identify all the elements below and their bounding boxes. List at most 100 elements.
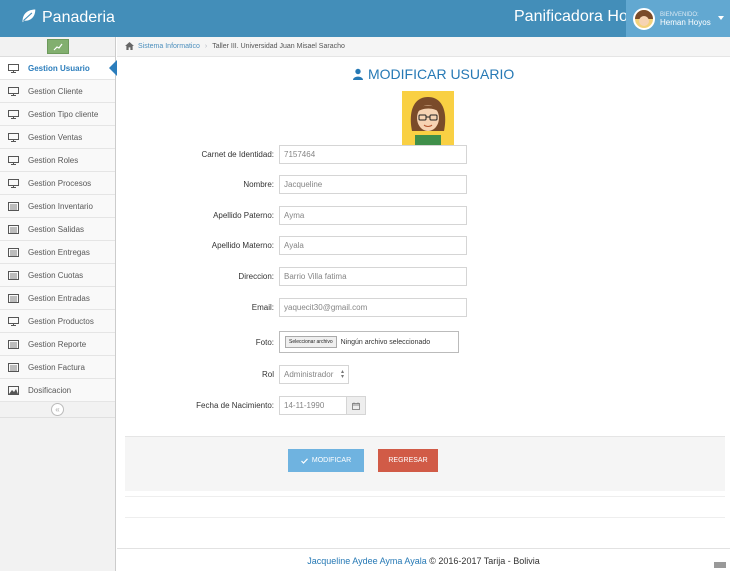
footer-copyright: © 2016-2017 Tarija - Bolivia (426, 556, 540, 566)
nombre-input[interactable]: Jacqueline (279, 175, 467, 194)
select-arrows-icon: ▴ ▾ (340, 369, 344, 380)
breadcrumb-separator: › (204, 43, 208, 50)
sidebar-item-gestion-salidas[interactable]: Gestion Salidas (0, 218, 115, 241)
divider (125, 496, 725, 497)
caret-down-icon (718, 16, 724, 20)
footer: Jacqueline Aydee Ayma Ayala © 2016-2017 … (117, 548, 730, 571)
scroll-up-button[interactable] (714, 562, 726, 568)
sidebar-item-label: Gestion Salidas (28, 224, 85, 234)
collapse-icon[interactable]: « (51, 403, 64, 416)
sidebar-item-label: Gestion Factura (28, 362, 85, 372)
navbar: Panaderia Panificadora Hoyos BIENVENIDO:… (0, 0, 730, 37)
list-icon (8, 339, 19, 349)
sidebar-item-gestion-tipo-cliente[interactable]: Gestion Tipo cliente (0, 103, 115, 126)
desktop-icon (8, 155, 19, 165)
materno-input[interactable]: Ayala (279, 236, 467, 255)
rol-select[interactable]: Administrador ▴ ▾ (279, 365, 349, 384)
ci-input[interactable]: 7157464 (279, 145, 467, 164)
sidebar-item-gestion-factura[interactable]: Gestion Factura (0, 356, 115, 379)
sidebar-item-dosificacion[interactable]: Dosificacion (0, 379, 115, 402)
breadcrumb-home-link[interactable]: Sistema Informatico (138, 43, 200, 50)
list-icon (8, 201, 19, 211)
divider (125, 517, 725, 518)
page-title-text: MODIFICAR USUARIO (368, 66, 515, 82)
list-icon (8, 247, 19, 257)
breadcrumb: Sistema Informatico › Taller III. Univer… (117, 37, 730, 57)
materno-label: Apellido Materno: (211, 241, 274, 250)
sidebar: Gestion Usuario Gestion Cliente Gestion Ti… (0, 37, 117, 571)
desktop-icon (8, 316, 19, 326)
sidebar-item-gestion-cuotas[interactable]: Gestion Cuotas (0, 264, 115, 287)
email-input[interactable]: yaquecit30@gmail.com (279, 298, 467, 317)
sidebar-item-label: Gestion Cliente (28, 86, 83, 96)
sidebar-item-gestion-procesos[interactable]: Gestion Procesos (0, 172, 115, 195)
foto-file-input[interactable]: Seleccionar archivo Ningún archivo selec… (279, 331, 459, 353)
page-title: MODIFICAR USUARIO (352, 66, 514, 82)
regresar-button[interactable]: REGRESAR (378, 449, 438, 472)
paterno-label: Apellido Paterno: (213, 211, 274, 220)
form-actions: MODIFICAR REGRESAR (125, 436, 725, 491)
sidebar-item-label: Gestion Inventario (28, 201, 93, 211)
sidebar-item-label: Gestion Ventas (28, 132, 83, 142)
regresar-label: REGRESAR (388, 457, 428, 464)
desktop-icon (8, 109, 19, 119)
list-icon (8, 293, 19, 303)
sidebar-item-label: Gestion Cuotas (28, 270, 84, 280)
foto-label: Foto: (255, 338, 274, 347)
file-status: Ningún archivo seleccionado (340, 338, 431, 346)
sidebar-item-label: Gestion Entregas (28, 247, 90, 257)
desktop-icon (8, 178, 19, 188)
user-name: Heman Hoyos (660, 17, 711, 27)
brand[interactable]: Panaderia (20, 7, 115, 29)
list-icon (8, 224, 19, 234)
sidebar-item-gestion-roles[interactable]: Gestion Roles (0, 149, 115, 172)
sidebar-item-label: Gestion Entradas (28, 293, 90, 303)
select-file-button[interactable]: Seleccionar archivo (285, 336, 337, 348)
leaf-icon (20, 7, 37, 29)
avatar (633, 7, 655, 30)
sidebar-item-label: Dosificacion (28, 385, 72, 395)
check-icon (300, 457, 308, 464)
modificar-button[interactable]: MODIFICAR (288, 449, 364, 472)
picture-icon (8, 385, 19, 395)
direccion-input[interactable]: Barrio Villa fatima (279, 267, 467, 286)
breadcrumb-current: Taller III. Universidad Juan Misael Sara… (212, 43, 345, 50)
sidebar-item-label: Gestion Reporte (28, 339, 87, 349)
sidebar-item-gestion-entradas[interactable]: Gestion Entradas (0, 287, 115, 310)
email-label: Email: (251, 303, 274, 312)
home-icon (125, 41, 138, 52)
desktop-icon (8, 63, 19, 73)
brand-name: Panaderia (42, 9, 115, 26)
list-icon (8, 362, 19, 372)
sidebar-shortcuts (0, 37, 115, 57)
fecha-label: Fecha de Nacimiento: (196, 401, 274, 410)
shortcut-button[interactable] (46, 39, 69, 54)
list-icon (8, 270, 19, 280)
user-menu[interactable]: BIENVENIDO: Heman Hoyos (626, 0, 730, 37)
rol-selected: Administrador (284, 370, 334, 379)
calendar-icon[interactable] (346, 396, 366, 415)
user-photo (402, 91, 454, 146)
chart-icon (53, 43, 62, 50)
sidebar-item-gestion-entregas[interactable]: Gestion Entregas (0, 241, 115, 264)
direccion-label: Direccion: (238, 272, 274, 281)
sidebar-item-label: Gestion Usuario (28, 63, 90, 73)
nombre-label: Nombre: (243, 180, 274, 189)
sidebar-item-label: Gestion Roles (28, 155, 79, 165)
sidebar-item-gestion-cliente[interactable]: Gestion Cliente (0, 80, 115, 103)
modificar-label: MODIFICAR (311, 457, 352, 464)
footer-author: Jacqueline Aydee Ayma Ayala (307, 556, 427, 566)
sidebar-item-label: Gestion Procesos (28, 178, 92, 188)
sidebar-item-label: Gestion Tipo cliente (28, 109, 99, 119)
sidebar-item-gestion-productos[interactable]: Gestion Productos (0, 310, 115, 333)
paterno-input[interactable]: Ayma (279, 206, 467, 225)
sidebar-item-gestion-usuario[interactable]: Gestion Usuario (0, 57, 117, 80)
fecha-input[interactable]: 14-11-1990 (279, 396, 347, 415)
sidebar-collapse: « (0, 402, 115, 418)
sidebar-item-gestion-ventas[interactable]: Gestion Ventas (0, 126, 115, 149)
sidebar-item-label: Gestion Productos (28, 316, 94, 326)
rol-label: Rol (261, 370, 274, 379)
sidebar-item-gestion-inventario[interactable]: Gestion Inventario (0, 195, 115, 218)
sidebar-item-gestion-reporte[interactable]: Gestion Reporte (0, 333, 115, 356)
user-icon (353, 68, 363, 80)
